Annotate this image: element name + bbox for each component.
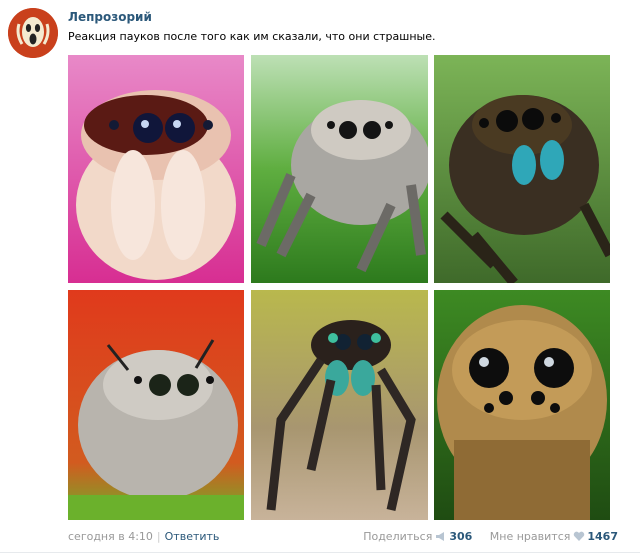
like-label: Мне нравится — [489, 530, 571, 543]
spider-photo-2-icon — [251, 55, 428, 283]
post-footer: сегодня в 4:10 | Ответить Поделиться 306 Мн… — [68, 530, 618, 544]
post-text: Реакция пауков после того как им сказали… — [68, 30, 436, 43]
megaphone-icon — [436, 532, 445, 541]
share-label: Поделиться — [363, 530, 433, 543]
wall-post: Лепрозорий Реакция пауков после того как… — [0, 0, 640, 556]
spider-photo-6-icon — [434, 290, 610, 520]
photo-4[interactable] — [68, 290, 244, 520]
like-count: 1467 — [587, 530, 618, 543]
avatar[interactable] — [8, 8, 58, 58]
divider — [0, 552, 640, 553]
heart-icon — [574, 531, 585, 541]
spider-photo-1-icon — [68, 55, 244, 283]
photo-3[interactable] — [434, 55, 610, 283]
spider-photo-4-icon — [68, 290, 244, 520]
post-time[interactable]: сегодня в 4:10 — [68, 530, 153, 543]
scream-face-icon — [8, 8, 58, 58]
reply-link[interactable]: Ответить — [165, 530, 220, 543]
like-button[interactable]: Мне нравится 1467 — [490, 530, 618, 543]
photo-2[interactable] — [251, 55, 428, 283]
photo-5[interactable] — [251, 290, 428, 520]
photo-1[interactable] — [68, 55, 244, 283]
footer-separator: | — [156, 530, 161, 543]
spider-photo-3-icon — [434, 55, 610, 283]
post-author-link[interactable]: Лепрозорий — [68, 10, 152, 24]
share-count: 306 — [449, 530, 473, 543]
photo-6[interactable] — [434, 290, 610, 520]
spider-photo-5-icon — [251, 290, 428, 520]
share-button[interactable]: Поделиться 306 — [363, 530, 476, 543]
